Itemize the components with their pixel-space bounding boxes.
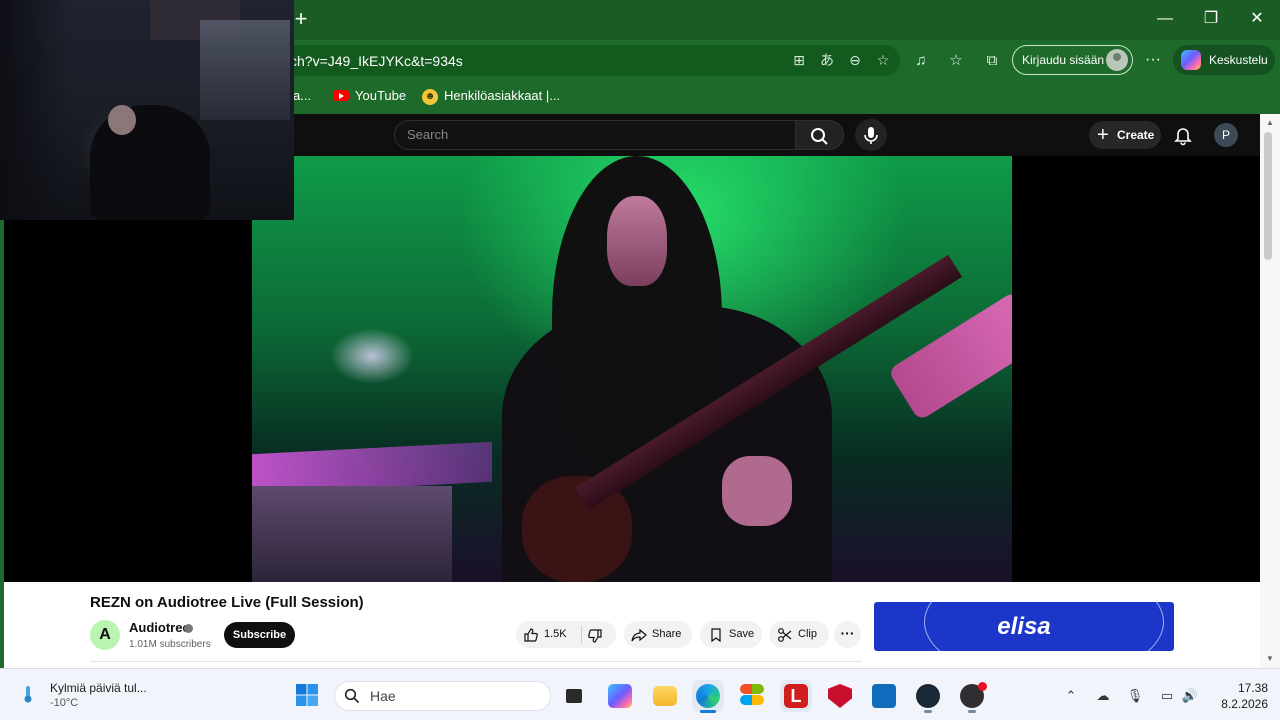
bookmark-icon xyxy=(711,628,721,643)
minimize-button[interactable]: — xyxy=(1150,8,1180,30)
microphone-tray-icon[interactable]: 🎙 xyxy=(1125,686,1145,706)
network-icon[interactable]: ▭ xyxy=(1157,686,1177,706)
channel-avatar[interactable]: A xyxy=(90,620,120,650)
task-view-icon[interactable] xyxy=(558,680,590,712)
youtube-icon xyxy=(333,90,349,101)
clip-button[interactable]: Clip xyxy=(769,621,829,648)
subscriber-count: 1.01M subscribers xyxy=(129,639,211,650)
clock-time[interactable]: 17.38 xyxy=(1218,680,1268,696)
copilot-app-icon[interactable] xyxy=(604,680,636,712)
close-window-button[interactable]: ✕ xyxy=(1242,8,1272,30)
onedrive-icon[interactable]: ☁ xyxy=(1093,686,1113,706)
microsoft-store-icon[interactable] xyxy=(736,680,768,712)
settings-more-icon[interactable]: ··· xyxy=(1141,50,1165,70)
bookmark-henkiloasiakkaat[interactable]: ☻ Henkilöasiakkaat |... xyxy=(422,86,560,106)
start-button[interactable] xyxy=(295,683,319,707)
thumbs-down-icon[interactable] xyxy=(587,628,603,644)
show-hidden-icons-icon[interactable]: ⌃ xyxy=(1061,686,1081,706)
more-actions-button[interactable]: ··· xyxy=(834,621,861,648)
taskbar-search-input[interactable]: Hae xyxy=(334,681,551,711)
video-frame[interactable] xyxy=(252,156,1012,582)
windows-logo-icon xyxy=(296,684,318,706)
ad-brand-logo: elisa xyxy=(997,613,1051,640)
divider xyxy=(90,661,862,662)
video-title: REZN on Audiotree Live (Full Session) xyxy=(90,594,364,611)
obs-studio-icon[interactable] xyxy=(956,680,988,713)
restore-button[interactable]: ❐ xyxy=(1196,8,1226,30)
thermometer-icon[interactable] xyxy=(20,684,36,704)
mcafee-icon[interactable] xyxy=(824,680,856,712)
save-button[interactable]: Save xyxy=(700,621,762,648)
channel-name[interactable]: Audiotree xyxy=(129,620,190,636)
thumbs-up-icon[interactable] xyxy=(523,627,539,643)
steam-icon[interactable] xyxy=(912,680,944,713)
voice-search-button[interactable] xyxy=(855,119,887,151)
outlook-new-icon[interactable] xyxy=(868,680,900,712)
profile-avatar-icon xyxy=(1106,49,1128,71)
like-count[interactable]: 1.5K xyxy=(544,621,567,648)
scroll-down-icon[interactable]: ▼ xyxy=(1264,654,1276,664)
account-avatar[interactable]: P xyxy=(1214,123,1238,147)
search-icon xyxy=(811,128,828,145)
share-icon xyxy=(631,628,647,642)
weather-headline[interactable]: Kylmiä päiviä tul... xyxy=(50,680,147,696)
microphone-icon xyxy=(864,127,878,144)
bookmark-youtube[interactable]: YouTube xyxy=(333,86,406,106)
zoom-out-icon[interactable]: ⊖ xyxy=(844,50,866,70)
create-label: Create xyxy=(1117,128,1155,142)
windows-taskbar xyxy=(0,668,1280,720)
plus-icon: + xyxy=(1097,124,1109,146)
favicon-badge-icon: ☻ xyxy=(422,89,438,105)
copilot-icon xyxy=(1181,50,1201,70)
signin-label: Kirjaudu sisään xyxy=(1022,53,1105,67)
favorites-icon[interactable]: ☆ xyxy=(944,50,968,72)
bookmark-item[interactable]: a... xyxy=(293,86,311,106)
apps-icon[interactable]: ⊞ xyxy=(788,50,810,70)
file-explorer-icon[interactable] xyxy=(649,680,681,712)
like-dislike-group: 1.5K xyxy=(516,621,616,648)
lastpass-app-icon[interactable]: L xyxy=(780,680,812,712)
favorite-star-icon[interactable]: ☆ xyxy=(872,50,894,70)
volume-icon[interactable]: 🔊 xyxy=(1180,686,1200,706)
weather-temperature[interactable]: -10°C xyxy=(50,696,78,710)
signin-button[interactable]: Kirjaudu sisään xyxy=(1012,45,1133,75)
notifications-bell-icon[interactable] xyxy=(1172,124,1194,146)
search-input[interactable]: Search xyxy=(394,120,796,150)
webcam-overlay xyxy=(0,0,294,220)
search-icon xyxy=(344,688,360,704)
url-text[interactable]: ch?v=J49_IkEJYKc&t=934s xyxy=(290,52,770,70)
search-button[interactable] xyxy=(796,120,844,150)
collections-icon[interactable]: ⧉ xyxy=(980,50,1004,72)
media-control-icon[interactable]: ♫ xyxy=(909,50,933,72)
copilot-button[interactable]: Keskustelu xyxy=(1173,45,1275,75)
verified-badge-icon xyxy=(184,624,193,633)
subscribe-button[interactable]: Subscribe xyxy=(224,622,295,648)
translate-icon[interactable]: あ xyxy=(816,50,838,70)
create-button[interactable]: + Create xyxy=(1089,121,1161,149)
share-button[interactable]: Share xyxy=(624,621,692,648)
edge-browser-icon[interactable] xyxy=(692,680,724,713)
copilot-label: Keskustelu xyxy=(1209,53,1268,67)
scroll-up-icon[interactable]: ▲ xyxy=(1264,118,1276,128)
scissors-icon xyxy=(778,628,792,642)
scrollbar-thumb[interactable] xyxy=(1264,132,1272,260)
clock-date[interactable]: 8.2.2026 xyxy=(1208,696,1268,712)
